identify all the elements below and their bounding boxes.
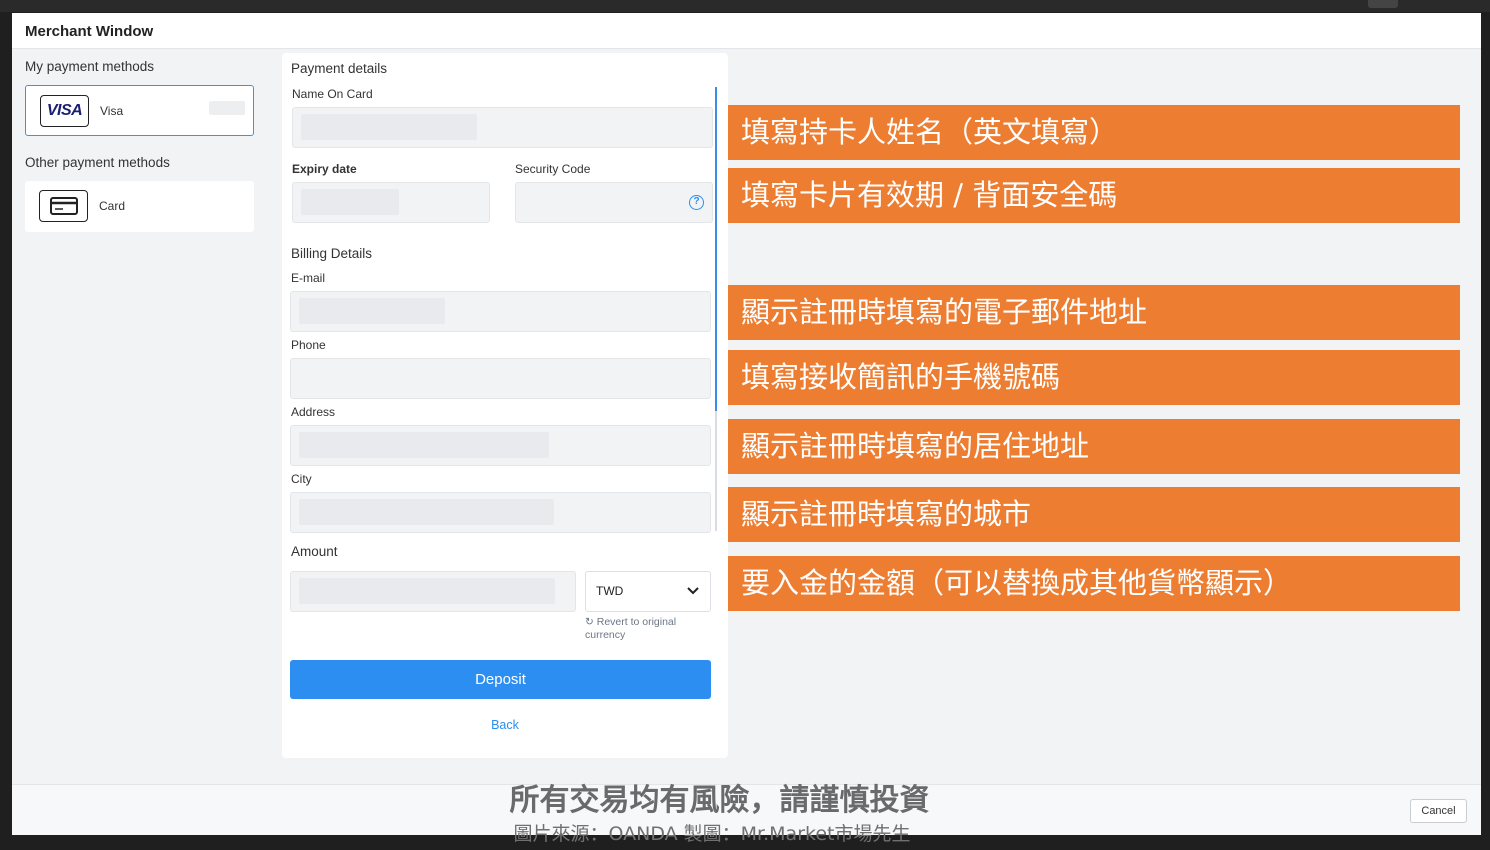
top-bar-button[interactable]	[1368, 0, 1398, 8]
credit-card-icon	[39, 190, 88, 222]
masked-card-number	[209, 101, 245, 115]
window-title-bar: Merchant Window	[12, 13, 1481, 49]
amount-label: Amount	[291, 544, 338, 559]
other-payment-methods-label: Other payment methods	[25, 155, 170, 170]
help-circle-icon[interactable]: ?	[689, 195, 704, 210]
payment-details-title: Payment details	[291, 61, 388, 76]
expiry-date-label: Expiry date	[292, 162, 357, 176]
annotation-email: 顯示註冊時填寫的電子郵件地址	[728, 285, 1460, 340]
currency-select[interactable]: TWD	[585, 571, 711, 612]
annotation-amount: 要入金的金額（可以替換成其他貨幣顯示）	[728, 556, 1460, 611]
city-input[interactable]	[290, 492, 711, 533]
annotation-name-on-card: 填寫持卡人姓名（英文填寫）	[728, 105, 1460, 160]
currency-value: TWD	[596, 584, 624, 598]
phone-input[interactable]	[290, 358, 711, 399]
security-code-label: Security Code	[515, 162, 591, 176]
scrollbar-thumb[interactable]	[715, 87, 717, 411]
phone-label: Phone	[291, 338, 326, 352]
revert-currency-link[interactable]: ↻ Revert to original currency	[585, 616, 695, 642]
annotation-city: 顯示註冊時填寫的城市	[728, 487, 1460, 542]
address-label: Address	[291, 405, 336, 419]
merchant-window: Merchant Window My payment methods VISA …	[12, 13, 1481, 845]
window-title: Merchant Window	[25, 23, 154, 40]
scrollbar-track[interactable]	[715, 411, 717, 531]
annotation-address: 顯示註冊時填寫的居住地址	[728, 419, 1460, 474]
payment-method-visa[interactable]: VISA Visa	[25, 85, 254, 136]
deposit-button[interactable]: Deposit	[290, 660, 711, 699]
visa-logo-icon: VISA	[40, 95, 89, 127]
name-on-card-input[interactable]	[292, 107, 713, 148]
city-label: City	[291, 472, 312, 486]
risk-warning-watermark: 所有交易均有風險，請謹慎投資	[509, 783, 930, 818]
address-input[interactable]	[290, 425, 711, 466]
payment-form: Payment details Name On Card Expiry date…	[282, 53, 728, 758]
name-on-card-label: Name On Card	[292, 87, 373, 101]
os-top-bar	[0, 0, 1490, 12]
image-source-watermark: 圖片來源：OANDA 製圖：Mr.Market市場先生	[513, 823, 911, 845]
chevron-down-icon	[687, 587, 699, 595]
back-link[interactable]: Back	[282, 718, 728, 732]
refresh-icon: ↻	[585, 616, 594, 628]
security-code-input[interactable]: ?	[515, 182, 713, 223]
expiry-date-input[interactable]	[292, 182, 490, 223]
revert-currency-text: Revert to original currency	[585, 616, 677, 641]
billing-details-title: Billing Details	[291, 246, 373, 261]
annotation-expiry-security: 填寫卡片有效期 / 背面安全碼	[728, 168, 1460, 223]
payment-method-name: Card	[99, 199, 126, 213]
amount-input[interactable]	[290, 571, 576, 612]
my-payment-methods-label: My payment methods	[25, 59, 155, 74]
payment-method-name: Visa	[100, 104, 124, 118]
annotation-phone: 填寫接收簡訊的手機號碼	[728, 350, 1460, 405]
payment-method-card[interactable]: Card	[25, 181, 254, 232]
email-input[interactable]	[290, 291, 711, 332]
email-label: E-mail	[291, 271, 326, 285]
